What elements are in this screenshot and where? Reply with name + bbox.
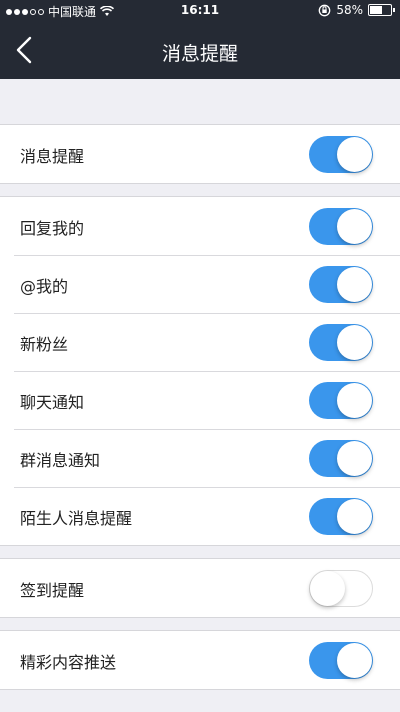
toggle-knob — [337, 643, 372, 678]
settings-group-notifications: 回复我的 @我的 新粉丝 聊天通知 群消息通知 陌生人消息提醒 — [0, 196, 400, 546]
chat-notifications-toggle[interactable] — [309, 382, 373, 419]
setting-row-chat-notifications: 聊天通知 — [0, 371, 400, 429]
setting-label: 消息提醒 — [20, 147, 85, 166]
toggle-knob — [310, 571, 345, 606]
setting-label: 签到提醒 — [20, 581, 85, 600]
replies-toggle[interactable] — [309, 208, 373, 245]
setting-label: @我的 — [20, 277, 69, 296]
toggle-knob — [337, 325, 372, 360]
checkin-reminder-toggle[interactable] — [309, 570, 373, 607]
toggle-knob — [337, 383, 372, 418]
setting-row-mentions: @我的 — [0, 255, 400, 313]
toggle-knob — [337, 499, 372, 534]
setting-row-replies: 回复我的 — [0, 197, 400, 255]
setting-label: 回复我的 — [20, 219, 85, 238]
mentions-toggle[interactable] — [309, 266, 373, 303]
stranger-messages-toggle[interactable] — [309, 498, 373, 535]
featured-content-push-toggle[interactable] — [309, 642, 373, 679]
setting-label: 陌生人消息提醒 — [20, 509, 133, 528]
group-messages-toggle[interactable] — [309, 440, 373, 477]
battery-percent: 58% — [336, 3, 363, 17]
setting-row-message-reminder: 消息提醒 — [0, 125, 400, 183]
navigation-bar: 消息提醒 — [0, 22, 400, 79]
setting-label: 新粉丝 — [20, 335, 69, 354]
new-followers-toggle[interactable] — [309, 324, 373, 361]
setting-label: 群消息通知 — [20, 451, 101, 470]
settings-group-checkin: 签到提醒 — [0, 558, 400, 618]
toggle-knob — [337, 441, 372, 476]
page-title: 消息提醒 — [161, 43, 238, 65]
setting-label: 精彩内容推送 — [20, 653, 117, 672]
message-reminder-toggle[interactable] — [309, 136, 373, 173]
setting-row-group-messages: 群消息通知 — [0, 429, 400, 487]
settings-group-push: 精彩内容推送 — [0, 630, 400, 690]
setting-row-stranger-messages: 陌生人消息提醒 — [0, 487, 400, 545]
setting-row-featured-content-push: 精彩内容推送 — [0, 631, 400, 689]
setting-row-new-followers: 新粉丝 — [0, 313, 400, 371]
setting-label: 聊天通知 — [20, 393, 85, 412]
toggle-knob — [337, 267, 372, 302]
settings-group-main: 消息提醒 — [0, 124, 400, 184]
battery-icon — [368, 4, 395, 16]
status-right: 58% — [318, 3, 395, 17]
setting-row-checkin-reminder: 签到提醒 — [0, 559, 400, 617]
toggle-knob — [337, 137, 372, 172]
toggle-knob — [337, 209, 372, 244]
status-bar: 中国联通 16:11 58% — [0, 0, 400, 22]
orientation-lock-icon — [318, 4, 331, 16]
